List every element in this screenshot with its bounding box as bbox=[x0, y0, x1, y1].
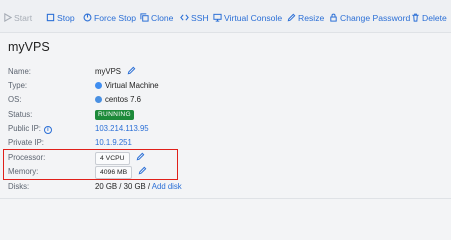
delete-label: Delete bbox=[422, 13, 447, 23]
force-stop-icon bbox=[83, 13, 92, 22]
os-value: centos 7.6 bbox=[105, 95, 141, 104]
pencil-icon[interactable] bbox=[127, 66, 136, 75]
ssh-button[interactable]: SSH bbox=[180, 11, 209, 25]
info-icon[interactable]: i bbox=[43, 126, 52, 134]
trash-icon bbox=[411, 13, 420, 22]
delete-button[interactable]: Delete bbox=[411, 11, 447, 25]
centos-icon bbox=[95, 96, 102, 103]
os-label: OS: bbox=[8, 95, 22, 104]
clone-button[interactable]: Clone bbox=[140, 11, 173, 25]
divider bbox=[0, 198, 451, 199]
start-button[interactable]: Start bbox=[3, 11, 32, 25]
name-value-wrap: myVPS bbox=[95, 65, 136, 79]
lock-icon bbox=[329, 13, 338, 22]
force-stop-label: Force Stop bbox=[94, 13, 137, 23]
private-ip-label: Private IP: bbox=[8, 138, 44, 147]
os-value-wrap: centos 7.6 bbox=[95, 93, 141, 107]
status-row: Status: RUNNING bbox=[8, 108, 448, 122]
public-ip-label: Public IP: bbox=[8, 124, 41, 133]
change-password-button[interactable]: Change Password bbox=[329, 11, 410, 25]
toolbar: Start Stop Force Stop Clone SSH Virtual … bbox=[0, 0, 451, 33]
change-password-label: Change Password bbox=[340, 13, 411, 23]
code-icon bbox=[180, 13, 189, 22]
name-row: Name: myVPS bbox=[8, 65, 448, 79]
private-ip-value[interactable]: 10.1.9.251 bbox=[95, 136, 132, 150]
disks-value-wrap: 20 GB / 30 GB / Add disk bbox=[95, 180, 182, 194]
name-label: Name: bbox=[8, 67, 31, 76]
play-icon bbox=[3, 13, 12, 22]
stop-label: Stop bbox=[57, 13, 75, 23]
vm-icon bbox=[95, 82, 102, 89]
highlight-box bbox=[3, 149, 178, 180]
type-row: Type: Virtual Machine bbox=[8, 79, 448, 93]
edit-icon bbox=[287, 13, 296, 22]
name-value: myVPS bbox=[95, 67, 121, 76]
disks-label: Disks: bbox=[8, 182, 30, 191]
type-label: Type: bbox=[8, 81, 28, 90]
disks-row: Disks: 20 GB / 30 GB / Add disk bbox=[8, 180, 448, 194]
os-row: OS: centos 7.6 bbox=[8, 93, 448, 107]
resize-label: Resize bbox=[298, 13, 325, 23]
public-ip-label-wrap: Public IP: i bbox=[8, 122, 52, 136]
virtual-console-button[interactable]: Virtual Console bbox=[213, 11, 282, 25]
stop-button[interactable]: Stop bbox=[46, 11, 75, 25]
add-disk-link[interactable]: Add disk bbox=[152, 182, 182, 191]
monitor-icon bbox=[213, 13, 222, 22]
status-value-wrap: RUNNING bbox=[95, 108, 134, 122]
clone-icon bbox=[140, 13, 149, 22]
type-value: Virtual Machine bbox=[105, 81, 159, 90]
resize-button[interactable]: Resize bbox=[287, 11, 324, 25]
public-ip-value[interactable]: 103.214.113.95 bbox=[95, 122, 149, 136]
ssh-label: SSH bbox=[191, 13, 209, 23]
public-ip-row: Public IP: i 103.214.113.95 bbox=[8, 122, 448, 136]
private-ip-row: Private IP: 10.1.9.251 bbox=[8, 136, 448, 150]
stop-icon bbox=[46, 13, 55, 22]
type-value-wrap: Virtual Machine bbox=[95, 79, 159, 93]
start-label: Start bbox=[14, 13, 33, 23]
status-label: Status: bbox=[8, 110, 33, 119]
disks-value: 20 GB / 30 GB / bbox=[95, 182, 151, 191]
virtual-console-label: Virtual Console bbox=[224, 13, 283, 23]
force-stop-button[interactable]: Force Stop bbox=[83, 11, 136, 25]
page-title: myVPS bbox=[8, 40, 50, 54]
status-badge: RUNNING bbox=[95, 110, 134, 120]
clone-label: Clone bbox=[151, 13, 174, 23]
